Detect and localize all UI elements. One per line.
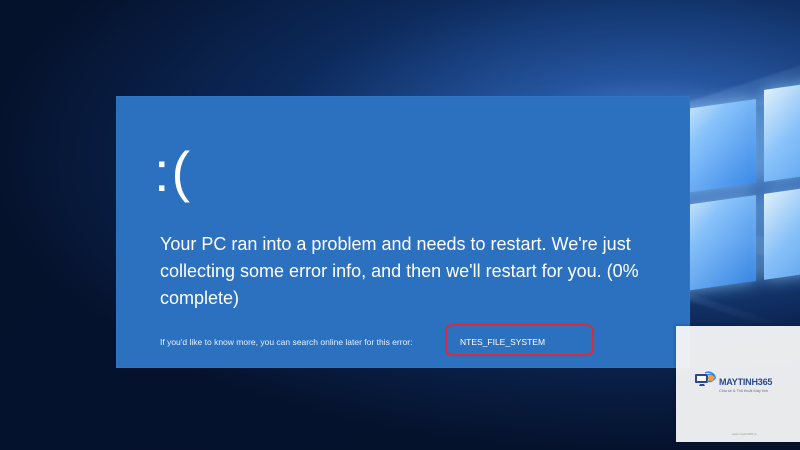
windows-desktop-background: :( Your PC ran into a problem and needs … [0,0,800,450]
windows-logo-pane-top-right [764,72,800,182]
computer-globe-icon [695,371,716,386]
maytinh365-watermark: MAYTINH365 Chia sẻ & Thủ thuật Máy tính … [676,326,800,442]
watermark-tagline: Chia sẻ & Thủ thuật Máy tính [719,389,769,393]
watermark-brand: MAYTINH365 [719,377,773,387]
windows-logo-pane-bottom-right [764,176,800,280]
error-code-highlight-box [445,324,594,356]
restart-error-message: Your PC ran into a problem and needs to … [160,234,639,308]
watermark-url: www.maytinh365.vn [732,432,757,436]
blue-screen-error-panel: :( Your PC ran into a problem and needs … [116,96,690,368]
sad-face-emoticon: :( [154,140,193,203]
